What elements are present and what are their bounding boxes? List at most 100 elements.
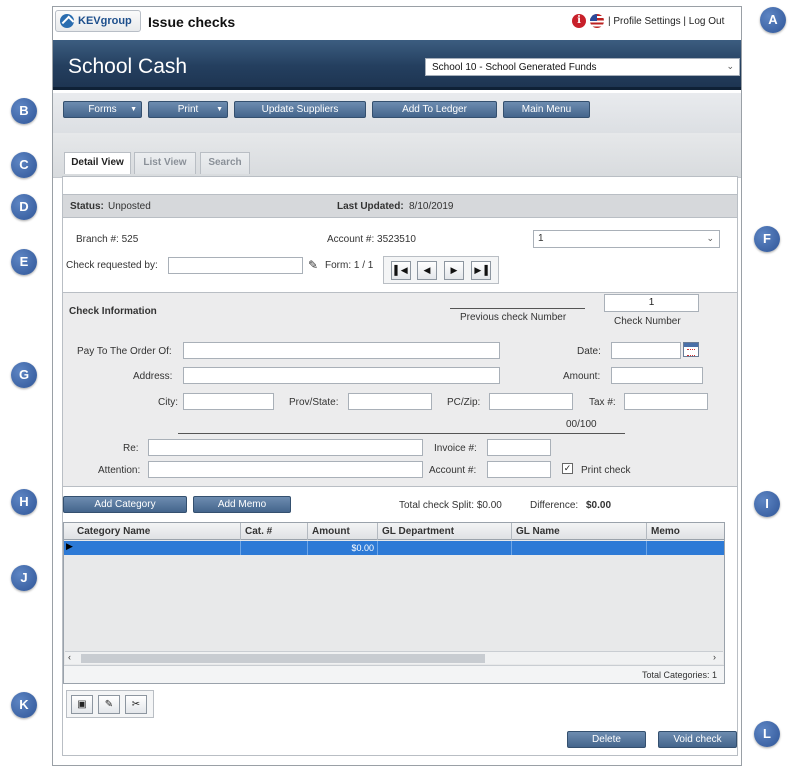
last-updated-label: Last Updated: bbox=[337, 201, 404, 212]
callout-marker: A bbox=[760, 7, 786, 33]
info-icon[interactable]: i bbox=[572, 14, 586, 28]
column-header[interactable]: Category Name bbox=[73, 523, 241, 540]
print-menu-button[interactable]: Print ▼ bbox=[148, 101, 228, 118]
callout-marker: H bbox=[11, 489, 37, 515]
callout-marker: K bbox=[11, 692, 37, 718]
profile-logout-links[interactable]: | Profile Settings | Log Out bbox=[608, 16, 724, 27]
total-categories: Total Categories: 1 bbox=[642, 670, 718, 680]
table-cell[interactable] bbox=[241, 541, 308, 555]
school-select[interactable]: School 10 - School Generated Funds ⌄ bbox=[425, 58, 740, 76]
delete-button[interactable]: Delete bbox=[567, 731, 646, 748]
re-label: Re: bbox=[123, 443, 139, 454]
void-check-button[interactable]: Void check bbox=[658, 731, 737, 748]
grid-footer: Total Categories: 1 bbox=[64, 665, 724, 683]
total-check-split: Total check Split: $0.00 bbox=[399, 500, 502, 511]
split-icon[interactable]: ▣ bbox=[71, 695, 93, 714]
forms-label: Forms bbox=[88, 104, 117, 115]
tab-search[interactable]: Search bbox=[200, 152, 250, 174]
callout-marker: F bbox=[754, 226, 780, 252]
attention-label: Attention: bbox=[98, 465, 141, 476]
re-input[interactable] bbox=[148, 439, 423, 456]
previous-check-line bbox=[450, 308, 585, 309]
table-cell[interactable] bbox=[512, 541, 647, 555]
amount-in-words: 00/100 bbox=[566, 419, 597, 430]
page-heading: Issue checks bbox=[148, 14, 236, 30]
table-cell[interactable] bbox=[73, 541, 241, 555]
kevgroup-logo[interactable]: KEVgroup bbox=[55, 10, 141, 32]
form-number-value: 1 bbox=[538, 233, 544, 244]
check-information-title: Check Information bbox=[69, 306, 157, 317]
scroll-left-icon[interactable]: ‹ bbox=[68, 652, 71, 662]
difference-value: $0.00 bbox=[586, 500, 612, 511]
amount-input[interactable] bbox=[611, 367, 703, 384]
callout-marker: B bbox=[11, 98, 37, 124]
column-header[interactable]: GL Name bbox=[512, 523, 647, 540]
chevron-down-icon: ⌄ bbox=[706, 233, 714, 243]
form-pager: ▌◀ ◀ ▶ ▶▐ bbox=[383, 256, 499, 284]
date-input[interactable] bbox=[611, 342, 681, 359]
school-select-value: School 10 - School Generated Funds bbox=[432, 62, 597, 73]
previous-check-number-label: Previous check Number bbox=[460, 312, 567, 323]
callout-marker: J bbox=[11, 565, 37, 591]
column-header[interactable]: Memo bbox=[647, 523, 724, 540]
column-header[interactable]: GL Department bbox=[378, 523, 512, 540]
form-number-select[interactable]: 1 ⌄ bbox=[533, 230, 720, 248]
forms-menu-button[interactable]: Forms ▼ bbox=[63, 101, 142, 118]
prov-state-label: Prov/State: bbox=[289, 397, 339, 408]
date-label: Date: bbox=[577, 346, 601, 357]
table-cell[interactable] bbox=[647, 541, 724, 555]
horizontal-scrollbar[interactable]: ‹ › bbox=[65, 651, 723, 664]
city-input[interactable] bbox=[183, 393, 274, 410]
form-counter: Form: 1 / 1 bbox=[325, 260, 374, 271]
cut-delete-icon[interactable]: ✂ bbox=[125, 695, 147, 714]
tab-detail-view[interactable]: Detail View bbox=[64, 152, 131, 174]
check-requested-by-input[interactable] bbox=[168, 257, 303, 274]
pay-to-input[interactable] bbox=[183, 342, 500, 359]
pc-zip-label: PC/Zip: bbox=[447, 397, 481, 408]
attention-input[interactable] bbox=[148, 461, 423, 478]
account-number-input[interactable] bbox=[487, 461, 551, 478]
pencil-icon[interactable]: ✎ bbox=[308, 258, 318, 272]
address-label: Address: bbox=[133, 371, 173, 382]
previous-page-icon[interactable]: ◀ bbox=[417, 261, 437, 280]
edit-pencil-icon[interactable]: ✎ bbox=[98, 695, 120, 714]
next-page-icon[interactable]: ▶ bbox=[444, 261, 464, 280]
check-number-input[interactable]: 1 bbox=[604, 294, 699, 312]
calendar-icon[interactable] bbox=[683, 342, 699, 357]
column-header[interactable]: Amount bbox=[308, 523, 378, 540]
callout-marker: C bbox=[11, 152, 37, 178]
update-suppliers-button[interactable]: Update Suppliers bbox=[234, 101, 366, 118]
table-cell[interactable] bbox=[378, 541, 512, 555]
difference-label: Difference: bbox=[530, 500, 579, 511]
invoice-number-label: Invoice #: bbox=[434, 443, 477, 454]
tax-number-label: Tax #: bbox=[589, 397, 616, 408]
callout-marker: G bbox=[11, 362, 37, 388]
add-category-button[interactable]: Add Category bbox=[63, 496, 187, 513]
us-flag-icon[interactable] bbox=[590, 14, 604, 28]
chevron-down-icon: ⌄ bbox=[726, 61, 734, 71]
dropdown-arrow-icon: ▼ bbox=[130, 106, 137, 113]
address-input[interactable] bbox=[183, 367, 500, 384]
last-page-icon[interactable]: ▶▐ bbox=[471, 261, 491, 280]
account-number: Account #: 3523510 bbox=[327, 234, 416, 245]
scrollbar-thumb[interactable] bbox=[81, 654, 485, 663]
add-memo-button[interactable]: Add Memo bbox=[193, 496, 291, 513]
invoice-number-input[interactable] bbox=[487, 439, 551, 456]
tab-list-view[interactable]: List View bbox=[134, 152, 196, 174]
add-to-ledger-button[interactable]: Add To Ledger bbox=[372, 101, 497, 118]
pc-zip-input[interactable] bbox=[489, 393, 573, 410]
logo-text: KEVgroup bbox=[78, 15, 132, 27]
first-page-icon[interactable]: ▌◀ bbox=[391, 261, 411, 280]
scroll-right-icon[interactable]: › bbox=[713, 652, 716, 662]
main-menu-button[interactable]: Main Menu bbox=[503, 101, 590, 118]
app-title: School Cash bbox=[68, 55, 188, 78]
table-cell[interactable]: $0.00 bbox=[308, 541, 378, 555]
column-header[interactable]: Cat. # bbox=[241, 523, 308, 540]
row-pointer-icon: ▶ bbox=[66, 541, 73, 551]
dropdown-arrow-icon: ▼ bbox=[216, 106, 223, 113]
grid-tools: ▣ ✎ ✂ bbox=[66, 690, 154, 718]
tax-number-input[interactable] bbox=[624, 393, 708, 410]
print-check-checkbox[interactable]: ✓ bbox=[562, 463, 573, 474]
prov-state-input[interactable] bbox=[348, 393, 432, 410]
table-row[interactable]: $0.00 bbox=[64, 541, 724, 555]
